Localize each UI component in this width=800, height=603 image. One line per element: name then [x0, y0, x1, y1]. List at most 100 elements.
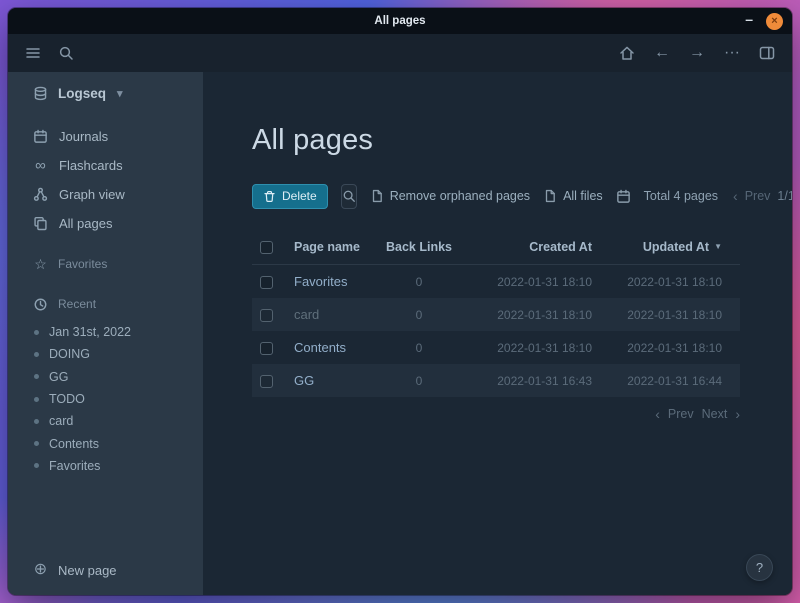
sidebar-item-flashcards[interactable]: ∞ Flashcards [8, 151, 203, 180]
updated-at-value: 2022-01-31 18:10 [592, 308, 740, 322]
sidebar-recent-item[interactable]: DOING [8, 343, 203, 365]
created-at-value: 2022-01-31 18:10 [464, 308, 592, 322]
sidebar-recent-item[interactable]: Jan 31st, 2022 [8, 321, 203, 343]
recent-label: Recent [58, 297, 96, 311]
new-page-label: New page [58, 563, 117, 578]
table-row[interactable]: GG 0 2022-01-31 16:43 2022-01-31 16:44 [252, 364, 740, 397]
sidebar-section-recent[interactable]: Recent [8, 292, 203, 316]
created-at-value: 2022-01-31 16:43 [464, 374, 592, 388]
window-controls: – × [745, 8, 783, 34]
calendar-filter-icon[interactable] [616, 189, 631, 204]
page-title: All pages [252, 124, 740, 157]
sidebar-item-all-pages[interactable]: All pages [8, 209, 203, 238]
updated-at-value: 2022-01-31 18:10 [592, 341, 740, 355]
workspace-switcher[interactable]: Logseq ▾ [8, 78, 203, 108]
sidebar-item-journals[interactable]: Journals [8, 122, 203, 151]
left-sidebar: Logseq ▾ Journals ∞ Flashcards [8, 72, 203, 595]
chevron-left-icon[interactable]: ‹ [655, 406, 660, 422]
table-search-button[interactable] [341, 184, 357, 209]
minimize-button[interactable]: – [745, 12, 753, 30]
row-checkbox[interactable] [260, 342, 273, 355]
recent-list: Jan 31st, 2022 DOING GG [8, 321, 203, 477]
forward-arrow-icon[interactable]: → [688, 44, 706, 62]
delete-button-label: Delete [282, 189, 317, 203]
top-toolbar: ← → ··· [8, 34, 792, 72]
total-pages-label: Total 4 pages [644, 189, 718, 203]
next-page-button[interactable]: Next [702, 407, 728, 421]
pages-toolbar: Delete Remove orphaned pages All files [252, 183, 740, 209]
back-arrow-icon[interactable]: ← [653, 44, 671, 62]
bullet-icon [34, 330, 39, 335]
recent-item-label: GG [49, 370, 68, 384]
search-icon[interactable] [57, 44, 75, 62]
help-button[interactable]: ? [746, 554, 773, 581]
recent-item-label: Contents [49, 437, 99, 451]
page-link[interactable]: Favorites [294, 274, 347, 289]
table-row[interactable]: Contents 0 2022-01-31 18:10 2022-01-31 1… [252, 331, 740, 364]
recent-item-label: Favorites [49, 459, 100, 473]
toolbar-left [24, 44, 75, 62]
row-checkbox[interactable] [260, 276, 273, 289]
search-icon [342, 189, 356, 203]
document-icon [370, 189, 384, 203]
header-created-at[interactable]: Created At [464, 240, 592, 254]
sidebar-recent-item[interactable]: TODO [8, 388, 203, 410]
chevron-left-icon[interactable]: ‹ [733, 188, 738, 204]
created-at-value: 2022-01-31 18:10 [464, 341, 592, 355]
back-links-count: 0 [374, 308, 464, 322]
prev-page-button[interactable]: Prev [668, 407, 694, 421]
select-all-checkbox[interactable] [260, 241, 273, 254]
chevron-down-icon: ▾ [117, 87, 123, 100]
new-page-button[interactable]: ⊕ New page [8, 555, 203, 585]
bullet-icon [34, 441, 39, 446]
right-sidebar-toggle-icon[interactable] [758, 44, 776, 62]
window-title: All pages [374, 15, 425, 27]
table-row[interactable]: card 0 2022-01-31 18:10 2022-01-31 18:10 [252, 298, 740, 331]
back-links-count: 0 [374, 374, 464, 388]
sidebar-item-label: Journals [59, 129, 108, 144]
page-link[interactable]: Contents [294, 340, 346, 355]
home-icon[interactable] [618, 44, 636, 62]
sidebar-item-label: All pages [59, 216, 112, 231]
sidebar-recent-item[interactable]: card [8, 410, 203, 432]
remove-orphaned-pages-button[interactable]: Remove orphaned pages [370, 189, 530, 203]
page-link[interactable]: GG [294, 373, 314, 388]
top-pagination: ‹ Prev 1/1 Next › [733, 188, 792, 204]
sidebar-section-favorites[interactable]: ☆ Favorites [8, 252, 203, 276]
table-row[interactable]: Favorites 0 2022-01-31 18:10 2022-01-31 … [252, 265, 740, 298]
header-page-name[interactable]: Page name [294, 240, 374, 254]
sidebar-recent-item[interactable]: GG [8, 366, 203, 388]
pages-table-body: Favorites 0 2022-01-31 18:10 2022-01-31 … [252, 265, 740, 397]
app-body: Logseq ▾ Journals ∞ Flashcards [8, 72, 792, 595]
row-checkbox[interactable] [260, 309, 273, 322]
all-files-label: All files [563, 189, 603, 203]
pages-icon [32, 215, 49, 232]
workspace-name: Logseq [58, 86, 106, 101]
header-back-links[interactable]: Back Links [374, 240, 464, 254]
infinity-icon: ∞ [32, 157, 49, 174]
sidebar-item-graph-view[interactable]: Graph view [8, 180, 203, 209]
close-button[interactable]: × [766, 13, 783, 30]
database-icon [32, 85, 49, 102]
chevron-right-icon[interactable]: › [735, 406, 740, 422]
delete-button[interactable]: Delete [252, 184, 328, 209]
header-updated-at[interactable]: Updated At ▼ [592, 240, 740, 254]
page-indicator: 1/1 [777, 189, 792, 203]
page-link[interactable]: card [294, 307, 319, 322]
titlebar[interactable]: All pages – × [8, 8, 792, 34]
sidebar-recent-item[interactable]: Favorites [8, 455, 203, 477]
back-links-count: 0 [374, 341, 464, 355]
sidebar-item-label: Graph view [59, 187, 125, 202]
recent-item-label: DOING [49, 347, 90, 361]
recent-item-label: TODO [49, 392, 85, 406]
app-window: All pages – × ← → ··· [8, 8, 792, 595]
hamburger-menu-icon[interactable] [24, 44, 42, 62]
header-updated-at-label: Updated At [643, 240, 709, 254]
prev-page-button[interactable]: Prev [745, 189, 771, 203]
history-icon [32, 296, 49, 313]
all-files-button[interactable]: All files [543, 189, 603, 203]
row-checkbox[interactable] [260, 375, 273, 388]
bullet-icon [34, 374, 39, 379]
more-options-icon[interactable]: ··· [723, 44, 741, 62]
sidebar-recent-item[interactable]: Contents [8, 432, 203, 454]
